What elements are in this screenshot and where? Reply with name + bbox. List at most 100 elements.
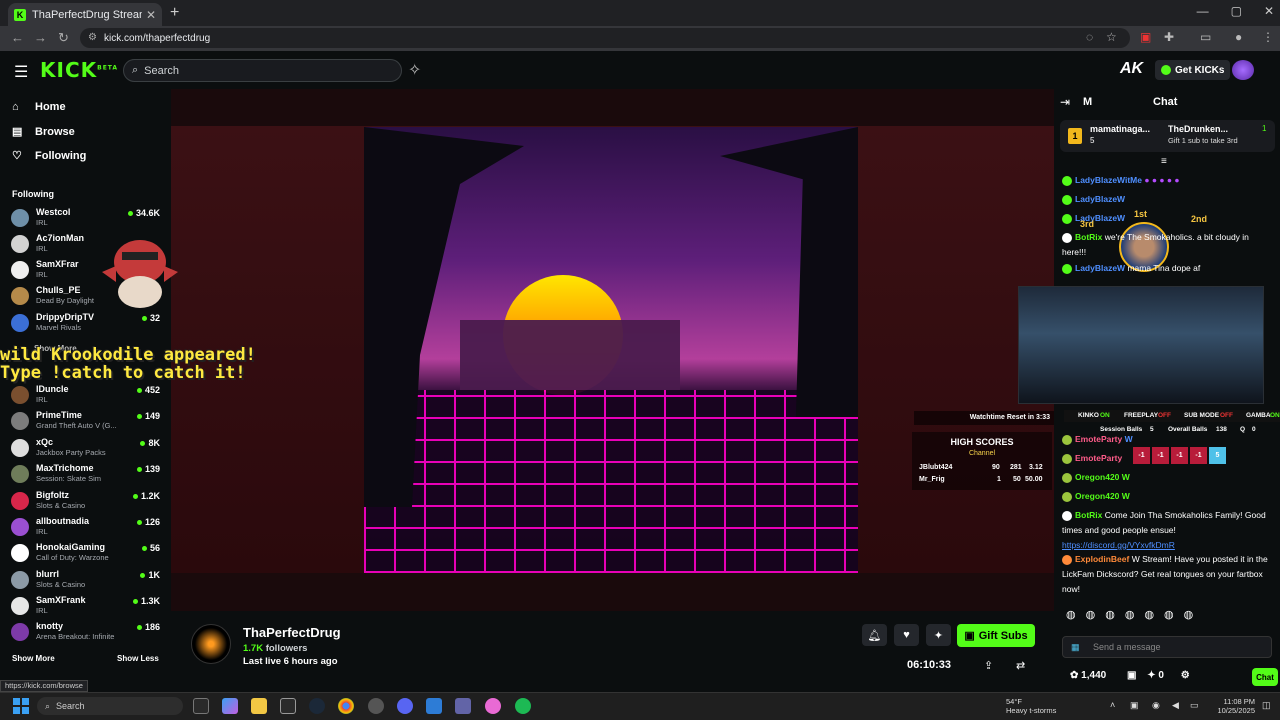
- emote-icon[interactable]: ◍: [1144, 608, 1154, 624]
- steam-icon[interactable]: [309, 698, 325, 714]
- hamburger-menu-icon[interactable]: ☰: [14, 62, 28, 82]
- chat-username[interactable]: ExplodinBeef: [1075, 554, 1129, 564]
- sparkle-icon[interactable]: ✧: [408, 60, 421, 80]
- emote-icon[interactable]: ◍: [1184, 608, 1194, 624]
- following-channel-row[interactable]: Bigfoltz Slots & Casino 1.2K: [11, 489, 161, 515]
- emote-icon[interactable]: ◍: [1086, 608, 1096, 624]
- following-channel-row[interactable]: knotty Arena Breakout: Infinite 186: [11, 620, 161, 646]
- gift-leaderboard[interactable]: 1 mamatinaga... 5 TheDrunken... 1 Gift 1…: [1060, 120, 1275, 152]
- spotify-icon[interactable]: [515, 698, 531, 714]
- emote-icon[interactable]: ◍: [1105, 608, 1115, 624]
- pink-app-icon[interactable]: [485, 698, 501, 714]
- weather-widget[interactable]: 54°F Heavy t-storms: [1006, 697, 1056, 715]
- chat-message-input[interactable]: ▦ Send a message: [1062, 636, 1272, 658]
- emote-icon[interactable]: ◍: [1164, 608, 1174, 624]
- channel-avatar[interactable]: [191, 624, 231, 664]
- bookmark-star-icon[interactable]: ☆: [1106, 30, 1117, 44]
- settings-gear-icon[interactable]: ⚙: [1181, 670, 1190, 681]
- reload-icon[interactable]: ↻: [58, 30, 69, 46]
- emote-icon[interactable]: ◍: [1125, 608, 1135, 624]
- following-channel-row[interactable]: SamXFrank IRL 1.3K: [11, 594, 161, 620]
- taskbar-search[interactable]: ⌕ Search: [37, 697, 183, 715]
- chat-mode-label[interactable]: M: [1083, 96, 1092, 108]
- scroll-indicator-icon[interactable]: ≡: [1161, 156, 1167, 167]
- new-tab-button[interactable]: +: [170, 4, 179, 22]
- task-view-icon[interactable]: [193, 698, 209, 714]
- notification-icon[interactable]: ◫: [1262, 700, 1271, 711]
- kick-logo[interactable]: KICKBETA: [40, 58, 118, 82]
- send-chat-button[interactable]: Chat: [1252, 668, 1278, 686]
- following-channel-row[interactable]: HonokaiGaming Call of Duty: Warzone 56: [11, 541, 161, 567]
- minimize-icon[interactable]: —: [1197, 4, 1209, 18]
- sidebar-item-home[interactable]: ⌂ Home: [12, 101, 66, 113]
- copilot-icon[interactable]: [222, 698, 238, 714]
- close-tab-icon[interactable]: ✕: [146, 8, 156, 22]
- user-avatar[interactable]: [1232, 60, 1254, 80]
- chat-username[interactable]: Oregon420: [1075, 472, 1119, 482]
- epic-games-icon[interactable]: [280, 698, 296, 714]
- site-info-icon[interactable]: ⚙: [88, 32, 97, 43]
- channel-name[interactable]: ThaPerfectDrug: [243, 625, 341, 640]
- show-more-button[interactable]: Show More: [12, 654, 55, 663]
- url-bar[interactable]: ⚙ kick.com/thaperfectdrug: [80, 28, 1130, 48]
- file-explorer-icon[interactable]: [251, 698, 267, 714]
- emote-picker-icon[interactable]: ▦: [1071, 637, 1080, 657]
- chrome-icon[interactable]: [338, 698, 354, 714]
- gift-box-icon[interactable]: ▣: [1127, 670, 1136, 681]
- extension-red-icon[interactable]: ▣: [1140, 30, 1151, 44]
- discord-link[interactable]: https://discord.gg/VYxvfkDmR: [1062, 540, 1175, 550]
- following-channel-row[interactable]: MaxTrichome Session: Skate Sim 139: [11, 462, 161, 488]
- maximize-icon[interactable]: ▢: [1231, 4, 1242, 18]
- taskbar-clock[interactable]: 11:08 PM 10/25/2025: [1205, 697, 1255, 715]
- chat-username[interactable]: LadyBlazeWitMe: [1075, 175, 1142, 185]
- show-less-button[interactable]: Show Less: [117, 654, 159, 663]
- following-channel-row[interactable]: xQc Jackbox Party Packs 8K: [11, 436, 161, 462]
- chat-username[interactable]: Oregon420: [1075, 491, 1119, 501]
- chat-username[interactable]: BotRix: [1075, 232, 1102, 242]
- sidepanel-icon[interactable]: ▭: [1200, 30, 1211, 44]
- browser-tab[interactable]: K ThaPerfectDrug Stream - Watc ✕: [8, 3, 162, 26]
- menu-dots-icon[interactable]: ⋮: [1262, 30, 1274, 44]
- tray-chevron-icon[interactable]: ˄: [1110, 700, 1115, 710]
- search-input[interactable]: ⌕ Search: [123, 59, 402, 82]
- gift-subs-button[interactable]: ▣ Gift Subs: [957, 624, 1035, 647]
- sidebar-item-browse[interactable]: ▤ Browse: [12, 125, 75, 139]
- volume-icon[interactable]: ◀: [1172, 700, 1179, 711]
- wifi-icon[interactable]: ◉: [1152, 700, 1160, 711]
- emote-tray[interactable]: ◍ ◍ ◍ ◍ ◍ ◍ ◍: [1066, 608, 1276, 624]
- following-channel-row[interactable]: PrimeTime Grand Theft Auto V (G... 149: [11, 409, 161, 435]
- extensions-puzzle-icon[interactable]: ✚: [1164, 30, 1174, 44]
- chat-username[interactable]: BotRix: [1075, 510, 1102, 520]
- ak-logo[interactable]: AK: [1120, 60, 1143, 78]
- obs-icon[interactable]: [368, 698, 384, 714]
- emote-icon[interactable]: ◍: [1066, 608, 1076, 624]
- teams-icon[interactable]: [455, 698, 471, 714]
- follow-heart-icon[interactable]: ♥: [894, 624, 919, 646]
- following-channel-row[interactable]: allboutnadia IRL 126: [11, 515, 161, 541]
- following-channel-row[interactable]: lDuncle IRL 452: [11, 383, 161, 409]
- news-app-icon[interactable]: [426, 698, 442, 714]
- sidebar-item-following[interactable]: ♡ Following: [12, 149, 86, 163]
- chat-username[interactable]: LadyBlazeW: [1075, 194, 1125, 204]
- following-channel-row[interactable]: blurrl Slots & Casino 1K: [11, 568, 161, 594]
- windows-start-icon[interactable]: [13, 698, 29, 714]
- back-icon[interactable]: ←: [11, 30, 24, 45]
- kicks-sparkle-icon[interactable]: ✦: [926, 624, 951, 646]
- notification-bell-icon[interactable]: 🔔︎: [862, 624, 887, 646]
- share-icon[interactable]: ⇪: [984, 659, 993, 672]
- channel-points[interactable]: ✿ 1,440 ▣ ✦ 0 ⚙: [1070, 670, 1190, 681]
- forward-icon[interactable]: →: [34, 30, 47, 45]
- discord-icon[interactable]: [397, 698, 413, 714]
- close-window-icon[interactable]: ✕: [1264, 4, 1274, 18]
- profile-icon[interactable]: ●: [1235, 30, 1242, 44]
- get-kicks-button[interactable]: Get KICKs: [1155, 60, 1231, 80]
- clip-icon[interactable]: ⇄: [1016, 659, 1025, 672]
- kicks-plus-icon[interactable]: ✦: [1147, 670, 1155, 681]
- chat-username[interactable]: LadyBlazeW: [1075, 263, 1125, 273]
- tray-app-icon[interactable]: ▣: [1130, 700, 1139, 711]
- collapse-chat-icon[interactable]: ⇥: [1060, 95, 1070, 109]
- chat-username[interactable]: EmoteParty: [1075, 453, 1122, 463]
- battery-icon[interactable]: ▭: [1190, 700, 1199, 711]
- chat-username[interactable]: EmoteParty: [1075, 434, 1122, 444]
- eye-off-icon[interactable]: ◌: [1086, 30, 1093, 44]
